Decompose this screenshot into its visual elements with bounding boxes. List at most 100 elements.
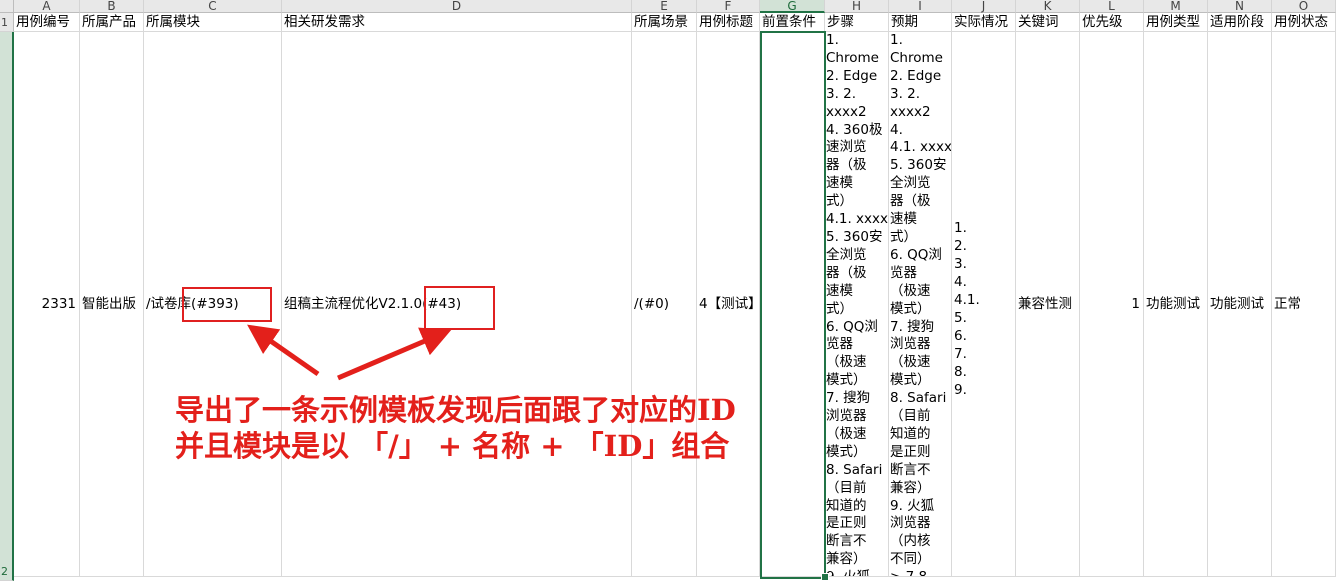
expected-line: 3. 2. <box>890 85 921 102</box>
annotation-line-2: 并且模块是以 「/」 + 名称 + 「ID」组合 <box>175 429 730 463</box>
expected-line: （目前 <box>890 408 931 425</box>
header-cell-expected[interactable]: 预期 <box>889 13 952 32</box>
cell-precondition[interactable] <box>760 32 825 577</box>
header-cell-steps[interactable]: 步骤 <box>825 13 889 32</box>
header-cell-module[interactable]: 所属模块 <box>144 13 282 32</box>
cell-steps[interactable]: 1. Chrome 2. Edge 3. 2. xxxx2 4. 360极 速浏览 器（极 速模… <box>825 32 889 577</box>
cell-stage[interactable]: 功能测试 <box>1208 32 1272 577</box>
steps-line: （目前 <box>826 479 867 496</box>
cell-status[interactable]: 正常 <box>1272 32 1336 577</box>
cell-scene[interactable]: /(#0) <box>632 32 697 577</box>
column-header-f[interactable]: F <box>697 0 760 13</box>
steps-line: （极速 <box>826 354 867 371</box>
header-cell-requirement[interactable]: 相关研发需求 <box>282 13 632 32</box>
expected-line: 器（极 <box>890 193 931 210</box>
cell-product[interactable]: 智能出版 <box>80 32 144 577</box>
header-cell-status[interactable]: 用例状态 <box>1272 13 1336 32</box>
actual-line: 8. <box>954 364 967 380</box>
expected-line: 2. Edge <box>890 67 942 84</box>
actual-list: 1. 2. 3. 4. 4.1. 5. 6. 7. 8. 9. <box>954 219 980 399</box>
steps-line: 速浏览 <box>826 139 867 156</box>
expected-line: （极速 <box>890 282 931 299</box>
header-cell-stage[interactable]: 适用阶段 <box>1208 13 1272 32</box>
actual-line: 5. <box>954 310 967 326</box>
steps-line: 式） <box>826 300 853 317</box>
steps-line: 5. 360安 <box>826 228 883 245</box>
header-cell-title[interactable]: 用例标题 <box>697 13 760 32</box>
header-cell-scene[interactable]: 所属场景 <box>632 13 697 32</box>
actual-line: 6. <box>954 328 967 344</box>
column-header-a[interactable]: A <box>14 0 80 13</box>
column-header-n[interactable]: N <box>1208 0 1272 13</box>
expected-line: 6. QQ浏 <box>890 246 942 263</box>
steps-line: 6. QQ浏 <box>826 318 878 335</box>
column-header-o[interactable]: O <box>1272 0 1336 13</box>
steps-line: 3. 2. <box>826 85 857 102</box>
expected-line: 1. <box>890 32 903 48</box>
column-header-c[interactable]: C <box>144 0 282 13</box>
header-cell-case-id[interactable]: 用例编号 <box>14 13 80 32</box>
steps-line: 兼容） <box>826 551 867 568</box>
steps-line: Chrome <box>826 49 879 66</box>
expected-line: 浏览器 <box>890 515 931 532</box>
cell-title[interactable]: 4【测试】更新 <box>697 32 760 577</box>
column-header-l[interactable]: L <box>1080 0 1144 13</box>
actual-line: 1. <box>954 220 967 236</box>
expected-line: 浏览器 <box>890 336 931 353</box>
steps-line: 知道的 <box>826 497 867 514</box>
actual-line: 9. <box>954 382 967 398</box>
column-header-m[interactable]: M <box>1144 0 1208 13</box>
column-header-i[interactable]: I <box>889 0 952 13</box>
steps-line: 7. 搜狗 <box>826 390 871 407</box>
row-header-2[interactable]: 2 <box>0 32 14 581</box>
expected-line: 全浏览 <box>890 175 931 192</box>
cell-priority[interactable]: 1 <box>1080 32 1144 577</box>
header-cell-product[interactable]: 所属产品 <box>80 13 144 32</box>
expected-line: 不同） <box>890 551 931 568</box>
fill-handle[interactable] <box>821 573 829 581</box>
column-header-g[interactable]: G <box>760 0 825 13</box>
column-header-e[interactable]: E <box>632 0 697 13</box>
steps-line: 9. 火狐 <box>826 569 888 576</box>
actual-line: 3. <box>954 256 967 272</box>
column-header-h[interactable]: H <box>825 0 889 13</box>
expected-line: Chrome <box>890 49 943 66</box>
steps-line: 1. <box>826 32 839 48</box>
annotation-line-1: 导出了一条示例模板发现后面跟了对应的ID <box>175 393 736 427</box>
steps-line: xxxx2 <box>826 103 867 120</box>
header-cell-precondition[interactable]: 前置条件 <box>760 13 825 32</box>
header-cell-priority[interactable]: 优先级 <box>1080 13 1144 32</box>
highlight-box-requirement-id <box>424 286 495 330</box>
column-header-b[interactable]: B <box>80 0 144 13</box>
expected-line: > 7 8 <box>890 569 951 576</box>
steps-line: 模式） <box>826 443 867 460</box>
column-header-j[interactable]: J <box>952 0 1016 13</box>
select-all-corner[interactable] <box>0 0 14 13</box>
row-header-1[interactable]: 1 <box>0 13 14 32</box>
cell-case-type[interactable]: 功能测试 <box>1144 32 1208 577</box>
expected-line: （极速 <box>890 354 931 371</box>
steps-line: 速模 <box>826 175 853 192</box>
expected-line: 模式） <box>890 372 931 389</box>
expected-line: 式） <box>890 228 917 245</box>
column-header-k[interactable]: K <box>1016 0 1080 13</box>
steps-line: 4.1. xxxx <box>826 211 889 228</box>
steps-line: 器（极 <box>826 157 867 174</box>
header-cell-keyword[interactable]: 关键词 <box>1016 13 1080 32</box>
header-cell-actual[interactable]: 实际情况 <box>952 13 1016 32</box>
steps-line: 模式） <box>826 372 867 389</box>
expected-line: 7. 搜狗 <box>890 318 935 335</box>
cell-actual[interactable]: 1. 2. 3. 4. 4.1. 5. 6. 7. 8. 9. <box>952 32 1016 577</box>
header-cell-case-type[interactable]: 用例类型 <box>1144 13 1208 32</box>
actual-line: 2. <box>954 238 967 254</box>
cell-keyword[interactable]: 兼容性测 <box>1016 32 1080 577</box>
steps-line: 速模 <box>826 282 853 299</box>
steps-line: 是正则 <box>826 515 867 532</box>
expected-line: 断言不 <box>890 461 931 478</box>
steps-line: （极速 <box>826 425 867 442</box>
cell-expected[interactable]: 1. Chrome 2. Edge 3. 2. xxxx2 4. 4.1. xxxx 5. 3… <box>889 32 952 577</box>
expected-line: 模式） <box>890 300 931 317</box>
expected-line: （内核 <box>890 533 931 550</box>
cell-case-id[interactable]: 2331 <box>14 32 80 577</box>
column-header-d[interactable]: D <box>282 0 632 13</box>
